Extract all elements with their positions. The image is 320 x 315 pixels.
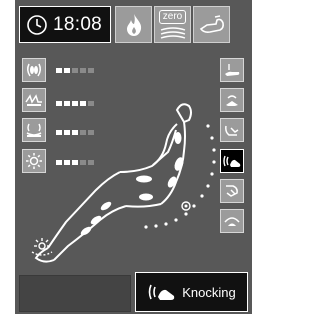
knocking-icon (148, 284, 175, 300)
foot-roller-button[interactable] (193, 6, 230, 43)
mode-2-button[interactable] (220, 88, 244, 112)
foot-airbag-button[interactable] (22, 58, 46, 82)
foot-airbag-level (56, 68, 94, 73)
current-mode-panel: Knocking (135, 272, 248, 312)
hand-massage-icon-5 (226, 185, 238, 197)
clock-display: 18:08 (19, 6, 111, 43)
clock-time: 18:08 (53, 13, 103, 35)
zero-gravity-button[interactable]: zero (154, 6, 191, 43)
mode-6-button[interactable] (220, 209, 244, 233)
foot-roller-icon (199, 14, 224, 33)
empty-panel (19, 275, 131, 312)
foot-airbag-icon (26, 63, 42, 77)
body-diagram (31, 103, 216, 263)
hand-massage-icon-3 (225, 125, 239, 136)
mode-3-button[interactable] (220, 118, 244, 142)
knocking-icon (223, 155, 241, 167)
mode-knocking-button[interactable] (220, 149, 244, 173)
flame-icon (126, 13, 141, 36)
mode-1-button[interactable] (220, 58, 244, 82)
hand-massage-icon-2 (226, 95, 238, 106)
zero-label: zero (158, 10, 187, 24)
hand-massage-icon-1 (225, 64, 240, 76)
zero-gravity-icon (160, 27, 185, 39)
current-mode-label: Knocking (182, 284, 236, 300)
mode-5-button[interactable] (220, 179, 244, 203)
hand-massage-icon-6 (224, 217, 240, 226)
heat-button[interactable] (115, 6, 152, 43)
clock-icon (27, 14, 47, 35)
